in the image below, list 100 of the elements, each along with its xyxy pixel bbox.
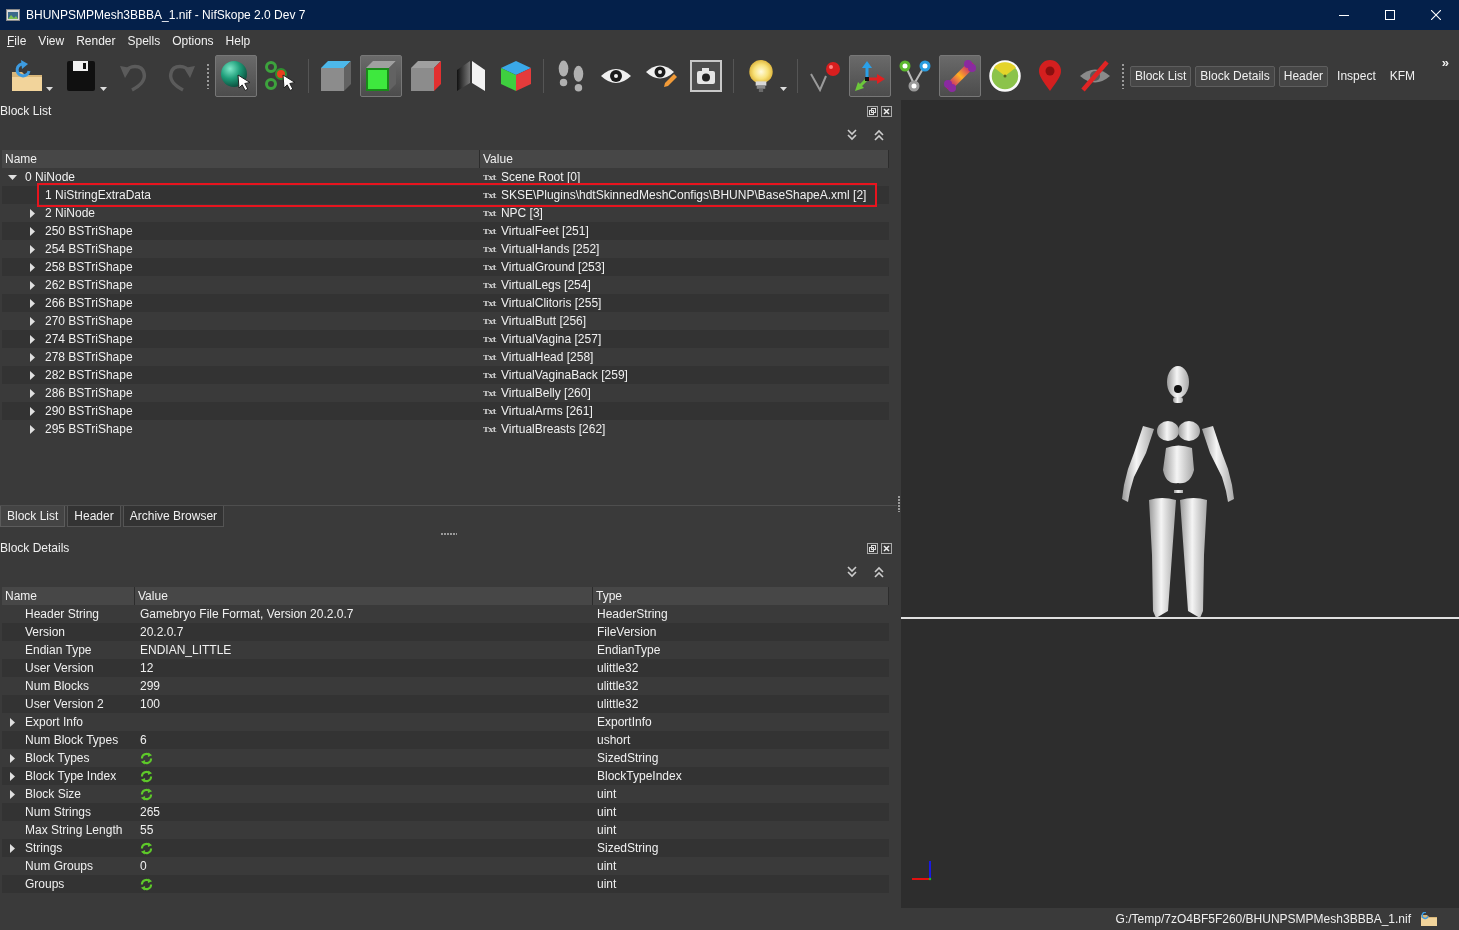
splitter-grip-icon[interactable] xyxy=(440,532,457,535)
node-name[interactable]: 270 BSTriShape xyxy=(45,312,133,330)
field-value: ENDIAN_LITTLE xyxy=(140,642,232,659)
node-name[interactable]: 266 BSTriShape xyxy=(45,294,133,312)
field-name[interactable]: Header String xyxy=(25,605,100,623)
field-name[interactable]: Strings xyxy=(25,839,63,857)
field-name[interactable]: Export Info xyxy=(25,713,84,731)
node-name[interactable]: 1 NiStringExtraData xyxy=(45,186,152,204)
field-name[interactable]: Endian Type xyxy=(25,641,92,659)
menu-item[interactable]: View xyxy=(32,34,71,48)
node-name[interactable]: 295 BSTriShape xyxy=(45,420,133,438)
field-type: uint xyxy=(597,804,617,821)
collapse-all-button[interactable] xyxy=(874,566,884,578)
caret-right-icon[interactable] xyxy=(9,771,15,781)
field-name[interactable]: Max String Length xyxy=(25,821,123,839)
caret-right-icon[interactable] xyxy=(29,370,35,380)
tab[interactable]: Block List xyxy=(0,506,66,527)
expand-all-button[interactable] xyxy=(847,566,857,578)
node-name[interactable]: 250 BSTriShape xyxy=(45,222,133,240)
field-name[interactable]: Block Size xyxy=(25,785,82,803)
node-name[interactable]: 286 BSTriShape xyxy=(45,384,133,402)
node-name[interactable]: 0 NiNode xyxy=(25,168,76,186)
maximize-icon xyxy=(1385,10,1395,20)
field-name[interactable]: Block Types xyxy=(25,749,90,767)
field-name[interactable]: User Version 2 xyxy=(25,695,104,713)
collapse-all-button[interactable] xyxy=(874,129,884,141)
caret-right-icon[interactable] xyxy=(29,208,35,218)
close-button[interactable] xyxy=(881,105,892,117)
column-header[interactable]: Type xyxy=(593,587,889,605)
caret-down-icon[interactable] xyxy=(7,174,17,180)
column-header[interactable]: Value xyxy=(480,150,889,168)
menu-item[interactable]: Options xyxy=(166,34,220,48)
field-name[interactable]: Block Type Index xyxy=(25,767,117,785)
float-button[interactable] xyxy=(867,542,878,554)
node-name[interactable]: 254 BSTriShape xyxy=(45,240,133,258)
menu-item[interactable]: File xyxy=(1,34,33,48)
toolbar-button[interactable] xyxy=(215,55,257,97)
caret-right-icon[interactable] xyxy=(29,244,35,254)
field-name[interactable]: User Version xyxy=(25,659,94,677)
caret-right-icon[interactable] xyxy=(29,226,35,236)
caret-right-icon[interactable] xyxy=(9,717,15,727)
dock-toggle-button[interactable]: KFM xyxy=(1384,65,1421,87)
column-header[interactable]: Value xyxy=(135,587,593,605)
expand-all-button[interactable] xyxy=(847,129,857,141)
toolbar-handle[interactable] xyxy=(206,63,210,89)
node-value: VirtualBelly [260] xyxy=(500,385,591,402)
node-value: VirtualHands [252] xyxy=(500,241,600,258)
caret-right-icon[interactable] xyxy=(29,388,35,398)
field-name[interactable]: Groups xyxy=(25,875,65,893)
node-value: VirtualClitoris [255] xyxy=(500,295,602,312)
dock-toggle-button[interactable]: Block Details xyxy=(1195,65,1275,87)
caret-right-icon[interactable] xyxy=(9,843,15,853)
chevrons-up-icon xyxy=(874,566,884,578)
dock-toggle-button[interactable]: Block List xyxy=(1130,65,1192,87)
caret-icon[interactable] xyxy=(46,87,53,91)
field-name[interactable]: Num Strings xyxy=(25,803,92,821)
caret-right-icon[interactable] xyxy=(29,352,35,362)
node-name[interactable]: 274 BSTriShape xyxy=(45,330,133,348)
node-name[interactable]: 282 BSTriShape xyxy=(45,366,133,384)
field-name[interactable]: Num Groups xyxy=(25,857,94,875)
tab[interactable]: Header xyxy=(67,506,121,527)
viewport-3d[interactable] xyxy=(901,100,1459,908)
field-name[interactable]: Num Block Types xyxy=(25,731,119,749)
field-value: 12 xyxy=(140,660,154,677)
tab[interactable]: Archive Browser xyxy=(122,506,225,527)
menu-item[interactable]: Render xyxy=(70,34,122,48)
txt-icon: Txt xyxy=(483,226,496,236)
node-name[interactable]: 262 BSTriShape xyxy=(45,276,133,294)
column-header[interactable]: Name xyxy=(2,587,135,605)
caret-right-icon[interactable] xyxy=(29,406,35,416)
field-name[interactable]: Version xyxy=(25,623,66,641)
dock-toggle-button[interactable]: Header xyxy=(1278,65,1329,87)
close-button[interactable] xyxy=(881,542,892,554)
node-name[interactable]: 2 NiNode xyxy=(45,204,96,222)
menu-item[interactable]: Spells xyxy=(121,34,167,48)
float-button[interactable] xyxy=(867,105,878,117)
node-name[interactable]: 290 BSTriShape xyxy=(45,402,133,420)
menu-item[interactable]: Help xyxy=(219,34,257,48)
node-name[interactable]: 278 BSTriShape xyxy=(45,348,133,366)
caret-right-icon[interactable] xyxy=(29,262,35,272)
node-name[interactable]: 258 BSTriShape xyxy=(45,258,133,276)
caret-right-icon[interactable] xyxy=(9,789,15,799)
caret-right-icon[interactable] xyxy=(29,316,35,326)
dock-toggle-button[interactable]: Inspect xyxy=(1332,65,1381,87)
field-name[interactable]: Num Blocks xyxy=(25,677,89,695)
caret-icon[interactable] xyxy=(100,87,107,91)
column-header[interactable]: Name xyxy=(2,150,480,168)
chevrons-down-icon xyxy=(847,566,857,578)
caret-right-icon[interactable] xyxy=(29,334,35,344)
toolbar-handle[interactable] xyxy=(1121,63,1125,89)
node-value: VirtualGround [253] xyxy=(500,259,605,276)
field-value: 299 xyxy=(140,678,161,695)
caret-icon[interactable] xyxy=(780,87,787,91)
field-value: 100 xyxy=(140,696,161,713)
caret-right-icon[interactable] xyxy=(9,753,15,763)
caret-right-icon[interactable] xyxy=(29,424,35,434)
caret-right-icon[interactable] xyxy=(29,298,35,308)
cycle-arrows-icon xyxy=(140,841,153,855)
toolbar-overflow-button[interactable]: » xyxy=(1439,55,1451,70)
caret-right-icon[interactable] xyxy=(29,280,35,290)
